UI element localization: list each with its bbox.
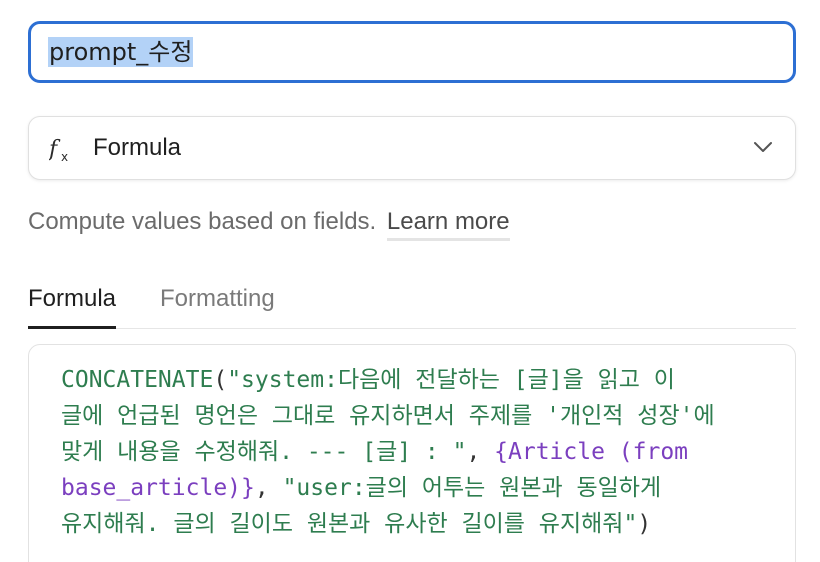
formula-code: CONCATENATE("system:다음에 전달하는 [글]을 읽고 이글에…: [61, 362, 795, 542]
formula-line: 맞게 내용을 수정해줘. --- [글] : ", {Article (from: [61, 434, 795, 470]
formula-line: 글에 언급된 명언은 그대로 유지하면서 주제를 '개인적 성장'에: [61, 398, 795, 434]
learn-more-link[interactable]: Learn more: [386, 208, 510, 241]
formula-token-str: 유지해줘. 글의 길이도 원본과 유사한 길이를 유지해줘": [61, 511, 638, 537]
formula-line: CONCATENATE("system:다음에 전달하는 [글]을 읽고 이: [61, 362, 795, 398]
formula-line: 유지해줘. 글의 길이도 원본과 유사한 길이를 유지해줘"): [61, 506, 795, 542]
field-name-value: prompt_수정: [48, 37, 194, 67]
formula-token-str: "system:다음에 전달하는 [글]을 읽고 이: [227, 367, 675, 393]
field-type-description: Compute values based on fields. Learn mo…: [28, 208, 510, 241]
formula-token-punct: ): [637, 511, 652, 537]
field-editor-panel: prompt_수정 f x Formula Compute values bas…: [0, 0, 820, 562]
formula-token-punct: ,: [466, 439, 495, 465]
chevron-down-icon: [753, 140, 773, 154]
formula-token-punct: ,: [254, 475, 283, 501]
field-name-input[interactable]: prompt_수정: [28, 21, 796, 83]
formula-fx-icon: f x: [47, 136, 75, 164]
field-type-label: Formula: [93, 134, 182, 161]
field-type-select[interactable]: f x Formula: [28, 116, 796, 180]
tab-formatting[interactable]: Formatting: [160, 284, 275, 326]
formula-editor[interactable]: CONCATENATE("system:다음에 전달하는 [글]을 읽고 이글에…: [28, 344, 796, 562]
formula-token-ref: {Article (from: [494, 439, 689, 465]
formula-token-str: 맞게 내용을 수정해줘. --- [글] : ": [61, 439, 467, 465]
formula-token-fn: CONCATENATE: [61, 367, 214, 393]
tab-formula[interactable]: Formula: [28, 284, 117, 329]
formula-token-ref: base_article)}: [61, 475, 255, 501]
svg-text:f: f: [49, 137, 61, 162]
formula-token-str: "user:글의 어투는 원본과 동일하게: [282, 475, 662, 501]
formula-token-str: 글에 언급된 명언은 그대로 유지하면서 주제를 '개인적 성장'에: [61, 403, 715, 429]
formula-tabs: Formula Formatting: [28, 284, 796, 329]
formula-token-punct: (: [213, 367, 228, 393]
description-text: Compute values based on fields.: [28, 208, 377, 235]
svg-text:x: x: [61, 150, 68, 164]
formula-line: base_article)}, "user:글의 어투는 원본과 동일하게: [61, 470, 795, 506]
